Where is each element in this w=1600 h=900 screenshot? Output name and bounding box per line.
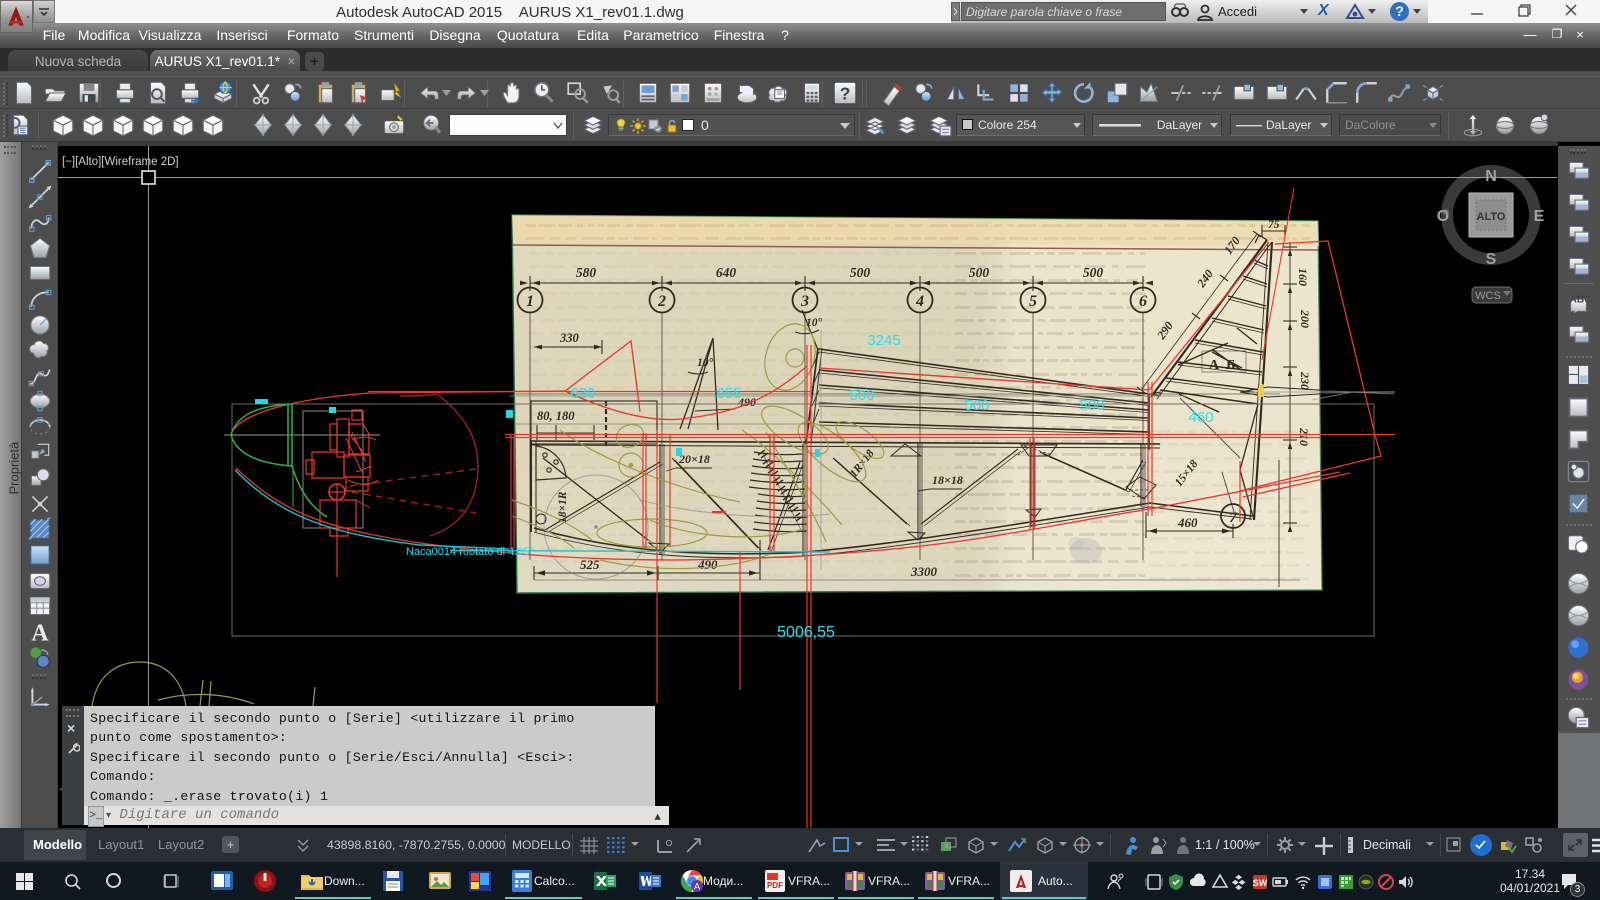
svg-text:3: 3 [800,293,809,310]
svg-text:230: 230 [1298,371,1312,390]
svg-text:PDF: PDF [767,881,783,890]
svg-text:3300: 3300 [910,564,938,579]
svg-text:7: 7 [1229,510,1237,526]
svg-text:10°: 10° [697,357,714,369]
svg-text:N: N [1485,168,1497,185]
svg-text:Naca0014 ruotato di 4.05°: Naca0014 ruotato di 4.05° [406,546,534,558]
svg-text:525: 525 [580,557,600,572]
svg-text:500: 500 [849,387,874,404]
svg-text:6: 6 [1139,293,1147,310]
svg-text:210: 210 [1297,427,1311,446]
svg-text:1: 1 [526,293,534,310]
svg-text:655: 655 [716,385,741,402]
svg-text:80, 180: 80, 180 [537,409,575,423]
svg-text:630: 630 [570,385,595,402]
svg-text:WCS: WCS [1475,290,1501,302]
svg-text:460: 460 [1188,409,1213,426]
svg-text:200: 200 [1298,309,1312,328]
svg-text:S: S [1486,251,1497,268]
svg-text:500: 500 [1079,397,1104,414]
svg-text:5006,55: 5006,55 [777,624,835,641]
svg-text:20×18: 20×18 [678,452,710,466]
svg-text:3245: 3245 [867,332,900,349]
svg-text:500: 500 [850,265,871,280]
svg-text:4: 4 [915,293,924,310]
svg-text:E: E [1534,208,1545,225]
svg-text:460: 460 [1177,515,1198,530]
svg-text:18×1R: 18×1R [557,491,569,523]
svg-text:75: 75 [1268,219,1280,231]
svg-text:A: A [694,882,700,892]
svg-text:580: 580 [576,265,597,280]
svg-text:330: 330 [559,331,580,345]
svg-text:5: 5 [1029,293,1037,310]
svg-text:500: 500 [969,265,990,280]
svg-text:160: 160 [1296,268,1310,286]
svg-text:ALTO: ALTO [1477,211,1506,223]
svg-text:500: 500 [1083,265,1104,280]
svg-text:500: 500 [964,397,989,414]
svg-text:А Б: А Б [1209,358,1235,373]
svg-text:SW: SW [1253,878,1268,888]
svg-text:640: 640 [716,265,737,280]
svg-text:[−][Alto][Wireframe 2D]: [−][Alto][Wireframe 2D] [62,156,179,168]
svg-text:2: 2 [657,293,666,310]
svg-text:18×18: 18×18 [932,473,963,487]
